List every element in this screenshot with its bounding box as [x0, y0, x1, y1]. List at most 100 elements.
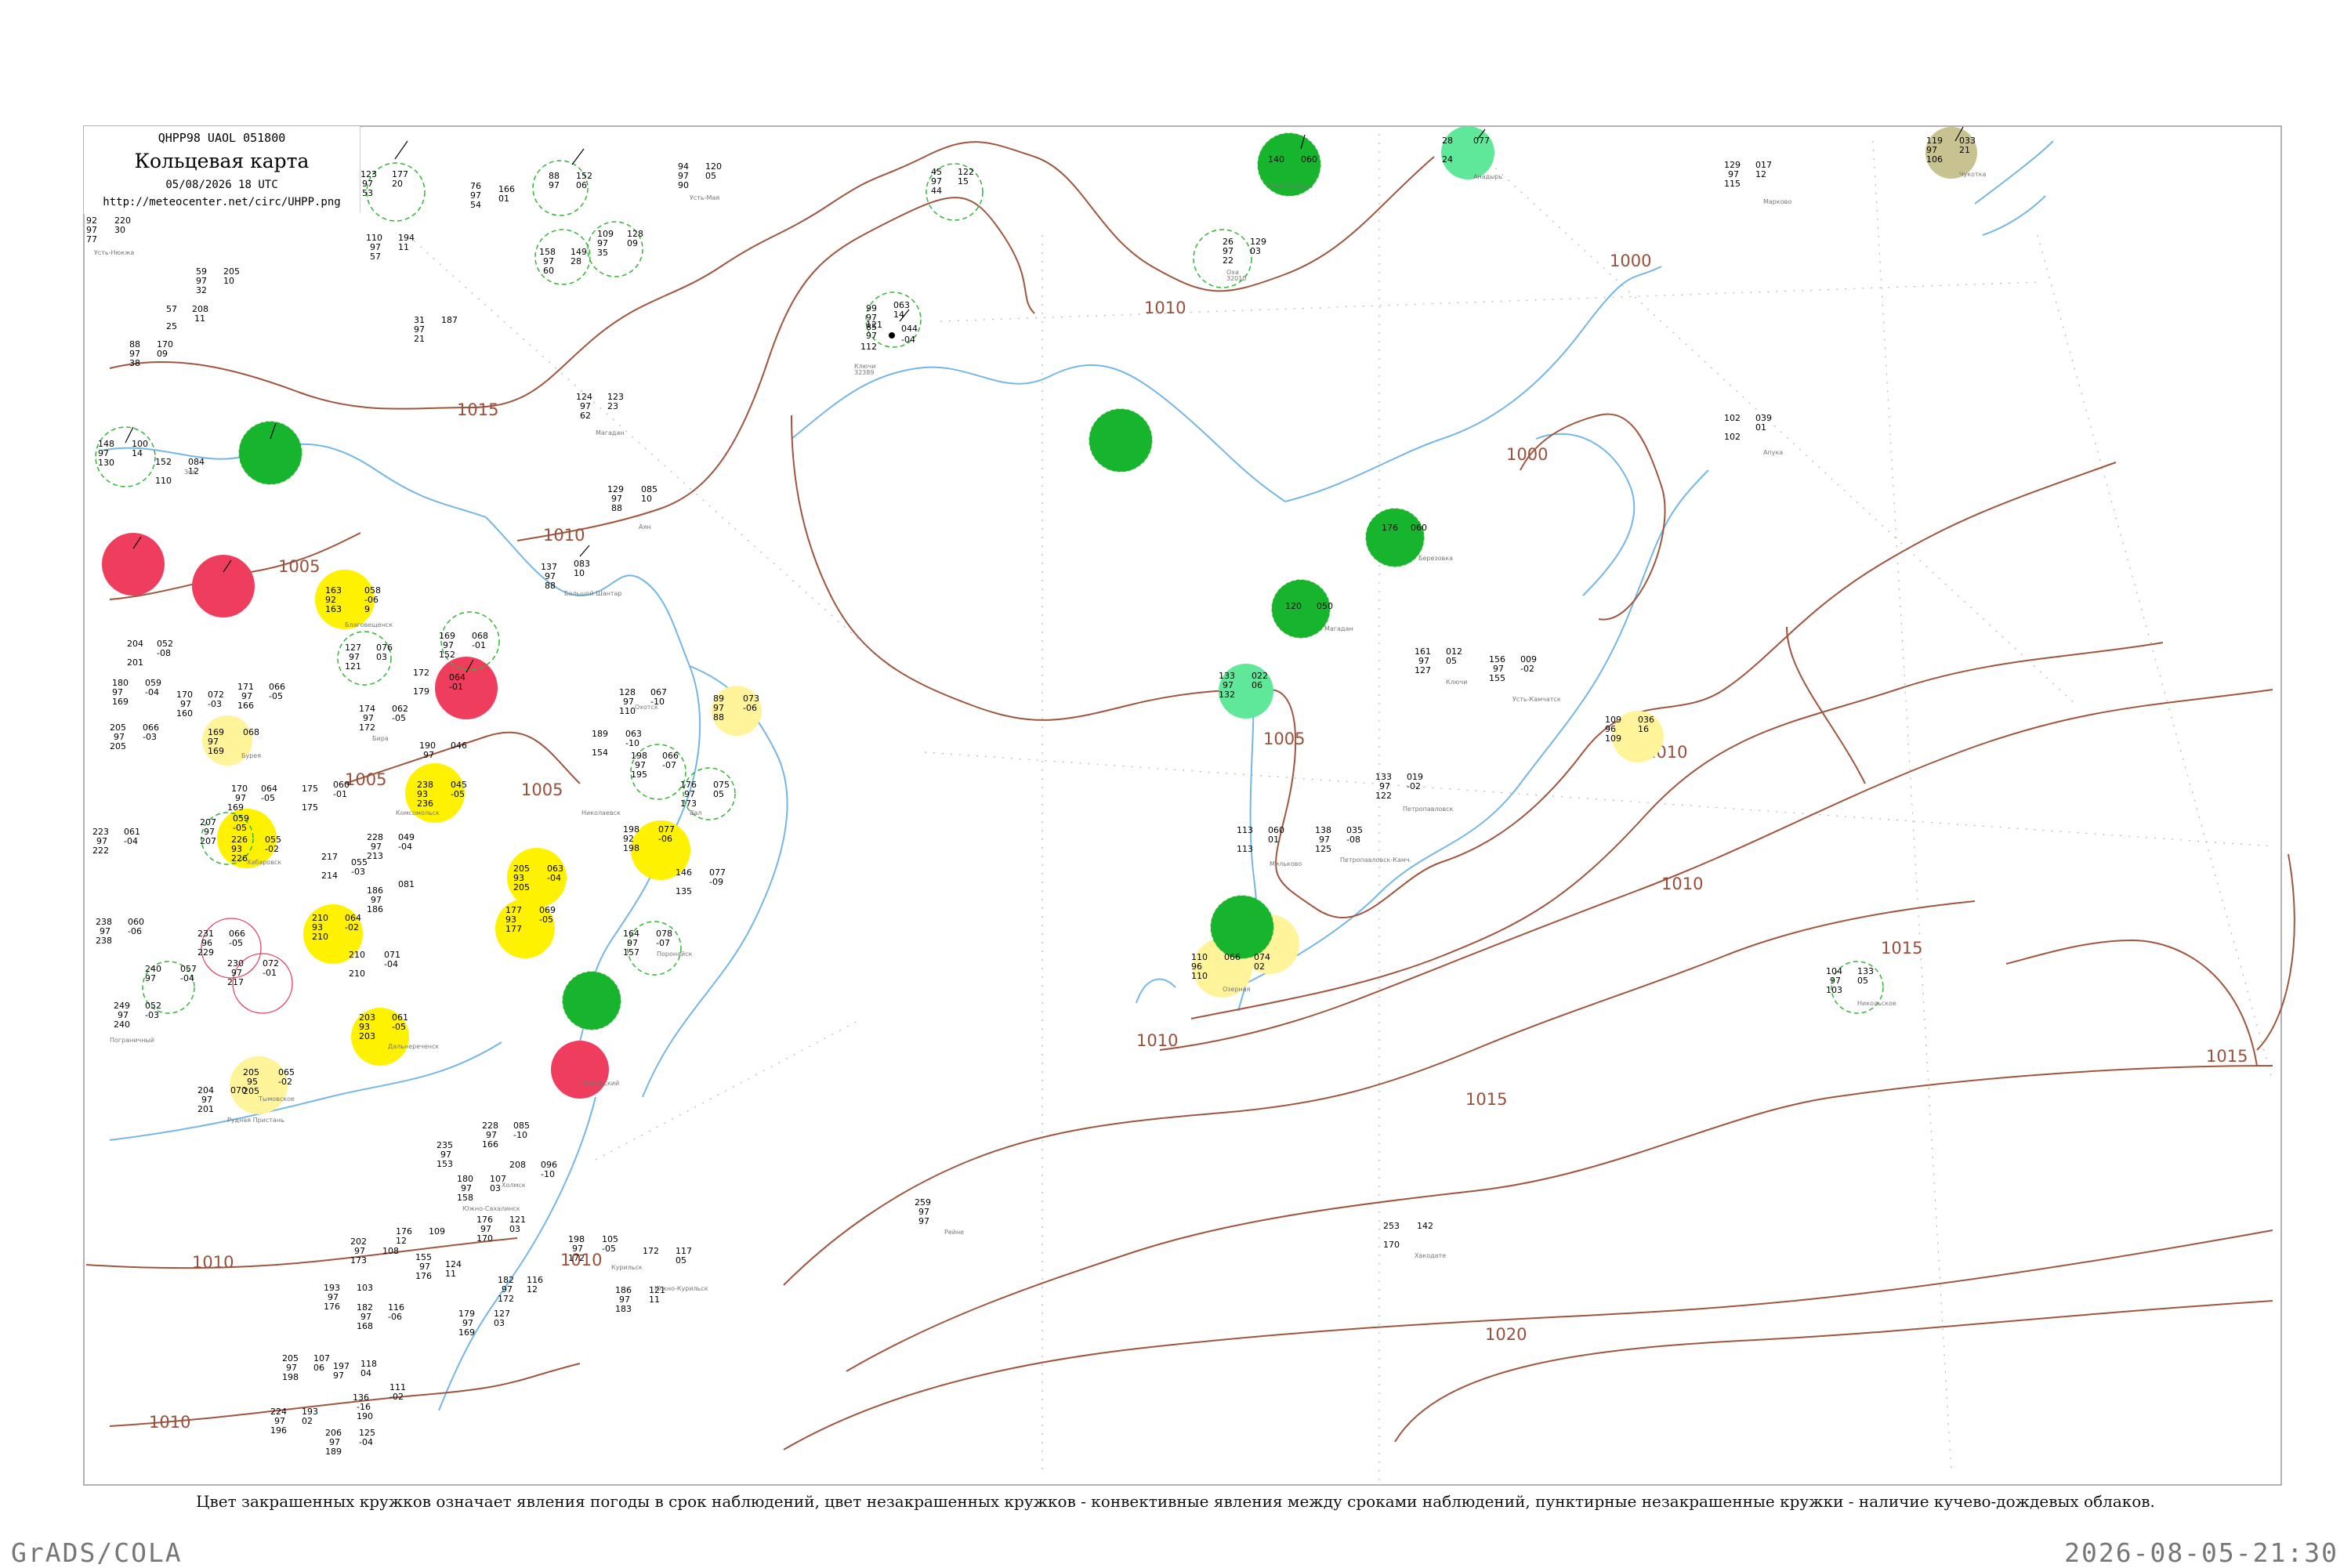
svg-text:Петропавловск: Петропавловск: [1403, 806, 1454, 813]
station-plot: 319721187: [414, 315, 458, 344]
svg-text:Петропавловск-Камч.: Петропавловск-Камч.: [1340, 856, 1411, 864]
svg-text:97: 97: [333, 1371, 344, 1381]
svg-text:Рудная Пристань: Рудная Пристань: [227, 1117, 284, 1124]
svg-text:57: 57: [166, 304, 177, 314]
svg-text:108: 108: [382, 1246, 399, 1256]
svg-text:-06: -06: [128, 926, 142, 936]
svg-text:173: 173: [350, 1255, 367, 1266]
station-plot: 18097169059-04: [112, 678, 161, 707]
svg-text:05: 05: [1857, 976, 1868, 986]
svg-text:32389: 32389: [854, 369, 874, 376]
svg-text:10: 10: [223, 276, 234, 286]
svg-text:238: 238: [96, 936, 112, 946]
svg-text:-06: -06: [658, 834, 672, 844]
station-plot: 158976014928: [539, 247, 587, 276]
svg-text:153: 153: [437, 1159, 453, 1169]
station-plot: 109973512809: [597, 229, 643, 258]
svg-text:146: 146: [676, 867, 692, 878]
svg-text:-05: -05: [229, 938, 243, 948]
station-plot: 26972212903: [1223, 237, 1266, 266]
svg-text:21: 21: [414, 334, 425, 344]
svg-text:-06: -06: [743, 703, 757, 713]
svg-text:109: 109: [429, 1226, 445, 1237]
svg-text:Магадан: Магадан: [596, 429, 625, 436]
svg-text:Рейне: Рейне: [944, 1229, 964, 1236]
svg-text:Южно-Курильск: Южно-Курильск: [654, 1285, 708, 1292]
svg-text:068: 068: [243, 727, 259, 737]
station-plot: 124976212323: [576, 392, 624, 421]
station-plot: 20597205066-03: [110, 722, 159, 751]
svg-text:12: 12: [1755, 169, 1766, 179]
svg-text:190: 190: [357, 1411, 373, 1421]
svg-text:172: 172: [643, 1246, 659, 1256]
svg-text:142: 142: [1417, 1221, 1433, 1231]
svg-text:-08: -08: [157, 648, 171, 658]
station-plot: 210210071-04: [349, 950, 400, 979]
svg-text:-03: -03: [145, 1010, 159, 1020]
station-plot: 1799716912703: [458, 1309, 510, 1338]
svg-text:Вал: Вал: [690, 809, 702, 817]
svg-text:14: 14: [132, 448, 143, 458]
svg-text:09: 09: [157, 349, 168, 359]
svg-text:11: 11: [649, 1295, 660, 1305]
svg-text:Хабаровск: Хабаровск: [247, 859, 281, 866]
svg-text:115: 115: [1724, 179, 1741, 189]
station-plot: 1081559717612411: [382, 1246, 462, 1281]
map-date: 05/08/2026 18 UTC: [165, 179, 278, 191]
svg-text:240: 240: [114, 1019, 130, 1030]
svg-text:97: 97: [549, 180, 560, 190]
svg-text:02: 02: [302, 1416, 313, 1426]
station-plot: 1489713010014: [98, 439, 148, 468]
isobar-label: 1000: [1610, 252, 1651, 270]
svg-text:210: 210: [349, 950, 365, 960]
map-header: QHPP98 UAOL 051800 Кольцевая карта 05/08…: [84, 126, 360, 214]
bulletin-code: QHPP98 UAOL 051800: [158, 131, 286, 145]
svg-text:Большой Шантар: Большой Шантар: [564, 590, 622, 597]
svg-text:11: 11: [398, 242, 409, 252]
svg-text:Чукотка: Чукотка: [1959, 171, 1986, 178]
svg-text:-01: -01: [472, 640, 486, 650]
station-plot: 1939717610318297168116-06: [324, 1283, 404, 1331]
svg-text:207: 207: [200, 836, 216, 846]
svg-text:-02: -02: [1520, 664, 1534, 674]
svg-text:060: 060: [1411, 523, 1427, 533]
rivers-coast: [101, 140, 2054, 1411]
svg-text:28: 28: [1442, 136, 1453, 146]
svg-text:Усть-Нюкжа: Усть-Нюкжа: [94, 249, 134, 256]
svg-text:-02: -02: [265, 844, 279, 854]
svg-text:140: 140: [1268, 154, 1284, 165]
svg-text:60: 60: [543, 266, 554, 276]
svg-text:-02: -02: [389, 1392, 404, 1402]
isobar-label: 1010: [1136, 1031, 1178, 1050]
map-url[interactable]: http://meteocenter.net/circ/UHPP.png: [84, 196, 360, 208]
station-plot: 102 03901102: [1724, 413, 1772, 442]
svg-text:169: 169: [208, 746, 224, 756]
svg-text:-04: -04: [145, 687, 159, 697]
station-plot: 1619712701205: [1415, 646, 1462, 675]
svg-text:210: 210: [312, 932, 328, 942]
svg-text:01: 01: [1268, 835, 1279, 845]
svg-text:110: 110: [1191, 971, 1208, 981]
svg-text:05: 05: [676, 1255, 686, 1266]
svg-text:-10: -10: [625, 738, 639, 748]
svg-text:213: 213: [367, 851, 383, 861]
svg-text:-05: -05: [451, 789, 465, 799]
svg-text:187: 187: [441, 315, 458, 325]
svg-text:210: 210: [349, 969, 365, 979]
isobar-label: 1015: [1881, 939, 1922, 958]
svg-text:-07: -07: [656, 938, 670, 948]
station-plot: 16997152068-01: [439, 631, 488, 660]
svg-text:222: 222: [92, 846, 109, 856]
svg-text:229: 229: [197, 947, 214, 958]
isobar-label: 1015: [457, 400, 498, 419]
svg-text:Усть-Мая: Усть-Мая: [690, 194, 719, 201]
svg-text:183: 183: [615, 1304, 632, 1314]
station-plot: 1279712107603: [345, 643, 393, 672]
svg-text:-04: -04: [359, 1437, 373, 1447]
weather-circle-green: [562, 971, 621, 1030]
station-plot: 136-16190: [353, 1392, 373, 1421]
svg-text:01: 01: [498, 194, 509, 204]
svg-text:03: 03: [1250, 246, 1261, 256]
station-plot: 2059719810706 19797: [282, 1353, 350, 1382]
svg-text:-05: -05: [269, 691, 283, 701]
